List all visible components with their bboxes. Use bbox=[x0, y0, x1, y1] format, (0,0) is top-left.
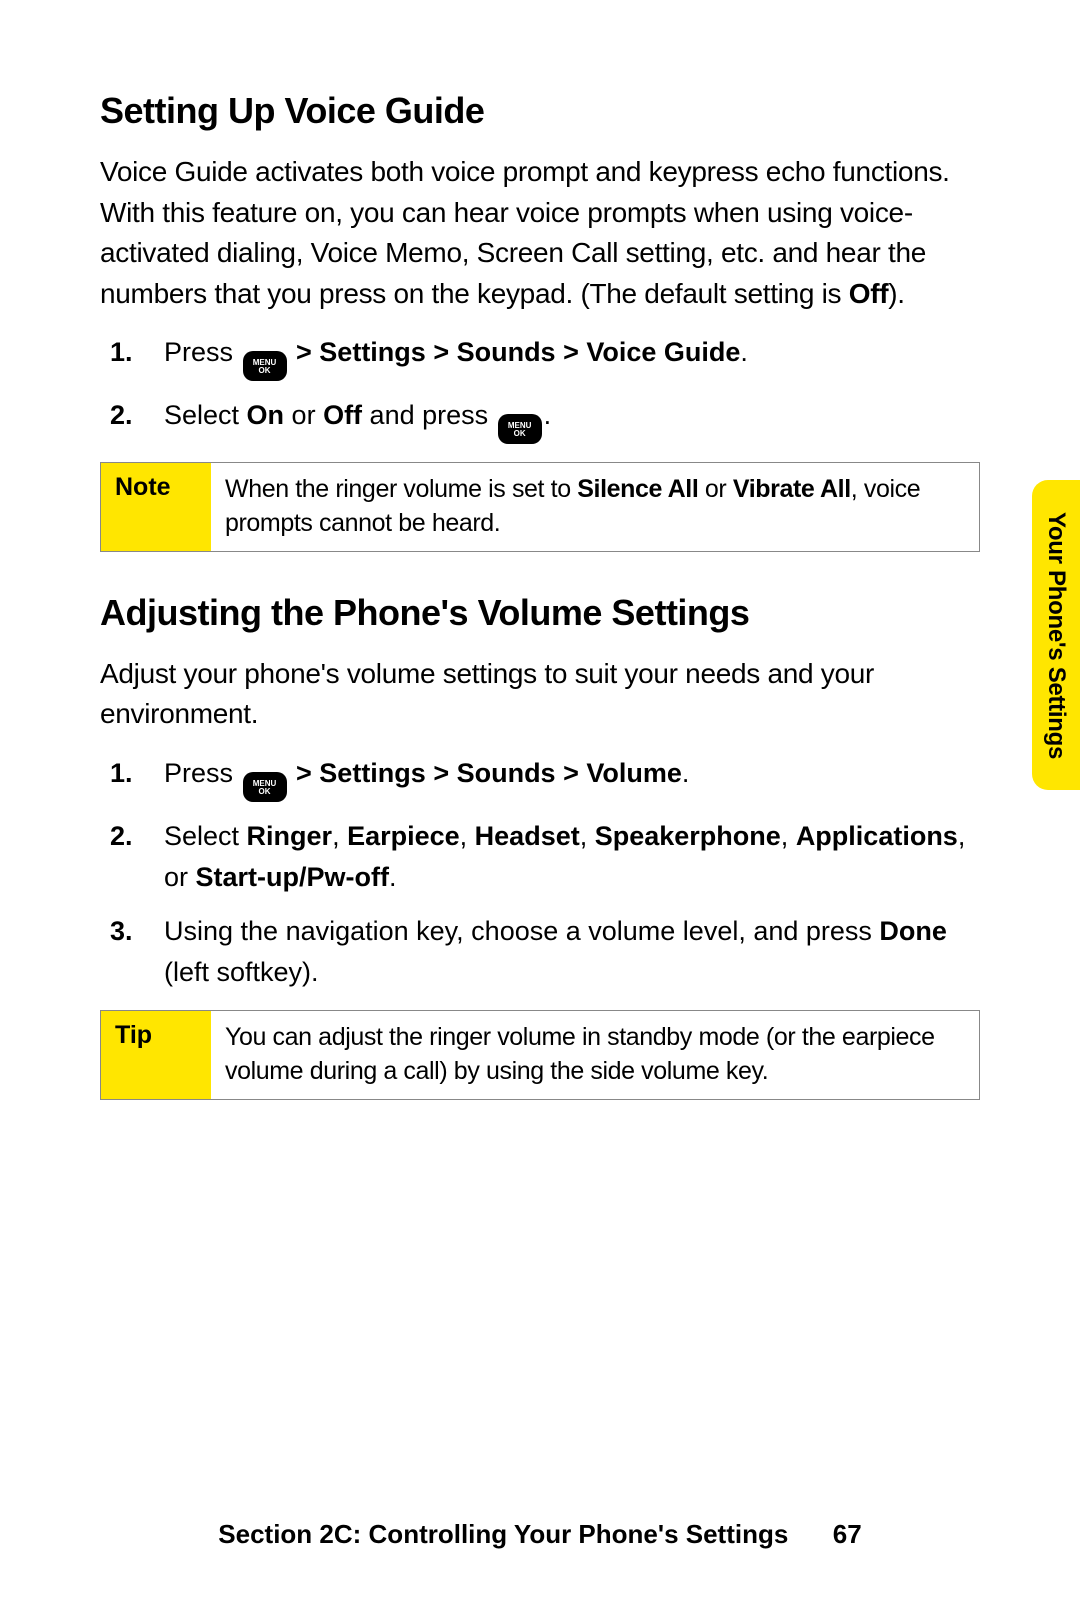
side-tab-label: Your Phone's Settings bbox=[1042, 512, 1070, 759]
silence-all-bold: Silence All bbox=[577, 475, 698, 503]
menu-ok-icon: MENUOK bbox=[243, 772, 287, 802]
step-number: 2. bbox=[110, 395, 133, 436]
off-bold: Off bbox=[323, 400, 362, 430]
intro-text-2: ). bbox=[888, 278, 905, 309]
step-1: 1. Press MENUOK > Settings > Sounds > Vo… bbox=[148, 332, 980, 381]
tip-callout: Tip You can adjust the ringer volume in … bbox=[100, 1010, 980, 1100]
intro-text-1: Voice Guide activates both voice prompt … bbox=[100, 156, 950, 309]
heading-voice-guide: Setting Up Voice Guide bbox=[100, 90, 980, 132]
step-text: Press bbox=[164, 337, 241, 367]
step-text: Select bbox=[164, 821, 247, 851]
steps-voice-guide: 1. Press MENUOK > Settings > Sounds > Vo… bbox=[100, 332, 980, 444]
page-footer: Section 2C: Controlling Your Phone's Set… bbox=[0, 1519, 1080, 1550]
intro-voice-guide: Voice Guide activates both voice prompt … bbox=[100, 152, 980, 314]
menu-ok-icon: MENUOK bbox=[498, 414, 542, 444]
step-1: 1. Press MENUOK > Settings > Sounds > Vo… bbox=[148, 753, 980, 802]
note-mid: or bbox=[698, 475, 733, 503]
on-bold: On bbox=[247, 400, 285, 430]
page: Setting Up Voice Guide Voice Guide activ… bbox=[0, 0, 1080, 1620]
footer-section-title: Section 2C: Controlling Your Phone's Set… bbox=[218, 1519, 788, 1549]
step-period: . bbox=[682, 758, 690, 788]
step-period: . bbox=[544, 400, 552, 430]
tip-body: You can adjust the ringer volume in stan… bbox=[211, 1011, 979, 1099]
comma: , bbox=[332, 821, 347, 851]
step-text-b: (left softkey). bbox=[164, 957, 319, 987]
step-text-b: and press bbox=[362, 400, 496, 430]
done-bold: Done bbox=[879, 916, 947, 946]
heading-volume-settings: Adjusting the Phone's Volume Settings bbox=[100, 592, 980, 634]
side-tab: Your Phone's Settings bbox=[1032, 480, 1080, 790]
startup-bold: Start-up/Pw-off bbox=[196, 862, 389, 892]
note-body: When the ringer volume is set to Silence… bbox=[211, 463, 979, 551]
speakerphone-bold: Speakerphone bbox=[595, 821, 781, 851]
vibrate-all-bold: Vibrate All bbox=[733, 475, 851, 503]
step-period: . bbox=[740, 337, 748, 367]
menu-ok-icon: MENUOK bbox=[243, 351, 287, 381]
step-number: 1. bbox=[110, 753, 133, 794]
footer-page-number: 67 bbox=[833, 1519, 862, 1549]
intro-volume: Adjust your phone's volume settings to s… bbox=[100, 654, 980, 735]
note-text-a: When the ringer volume is set to bbox=[225, 475, 577, 503]
comma: , bbox=[460, 821, 475, 851]
step-number: 1. bbox=[110, 332, 133, 373]
note-label: Note bbox=[101, 463, 211, 551]
step-text: Using the navigation key, choose a volum… bbox=[164, 916, 879, 946]
step-path-bold: > Settings > Sounds > Voice Guide bbox=[289, 337, 741, 367]
comma: , bbox=[580, 821, 595, 851]
step-path-bold: > Settings > Sounds > Volume bbox=[289, 758, 682, 788]
step-text: Press bbox=[164, 758, 241, 788]
step-3: 3. Using the navigation key, choose a vo… bbox=[148, 911, 980, 992]
step-2: 2. Select Ringer, Earpiece, Headset, Spe… bbox=[148, 816, 980, 897]
period: . bbox=[389, 862, 397, 892]
headset-bold: Headset bbox=[475, 821, 580, 851]
step-text-mid: or bbox=[284, 400, 323, 430]
earpiece-bold: Earpiece bbox=[347, 821, 460, 851]
step-number: 2. bbox=[110, 816, 133, 857]
tip-label: Tip bbox=[101, 1011, 211, 1099]
step-number: 3. bbox=[110, 911, 133, 952]
intro-off-bold: Off bbox=[849, 278, 889, 309]
step-2: 2. Select On or Off and press MENUOK. bbox=[148, 395, 980, 444]
ringer-bold: Ringer bbox=[247, 821, 333, 851]
comma: , bbox=[781, 821, 796, 851]
steps-volume: 1. Press MENUOK > Settings > Sounds > Vo… bbox=[100, 753, 980, 992]
step-text: Select bbox=[164, 400, 247, 430]
note-callout: Note When the ringer volume is set to Si… bbox=[100, 462, 980, 552]
applications-bold: Applications bbox=[796, 821, 958, 851]
